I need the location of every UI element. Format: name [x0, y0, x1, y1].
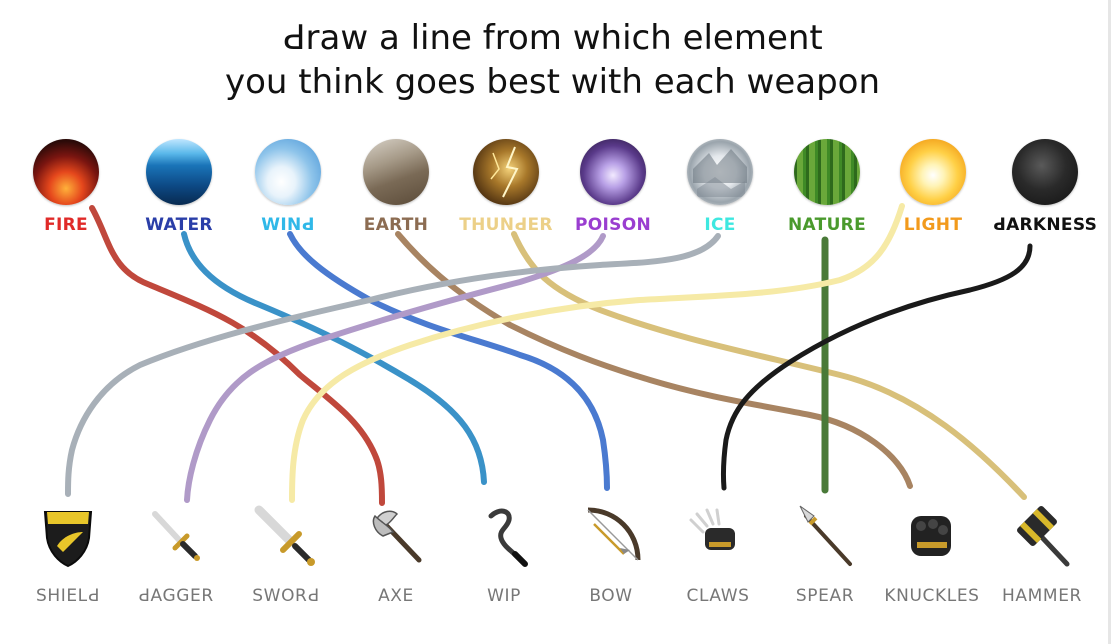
axe-icon [361, 502, 431, 572]
spear-icon [790, 502, 860, 572]
sword-icon [251, 502, 321, 572]
weapon-wip[interactable]: WIP [446, 502, 562, 606]
element-label-light: LIGHT [903, 215, 963, 235]
weapon-label-spear: SPEAR [795, 586, 855, 606]
weapon-bow[interactable]: BOW [553, 502, 669, 606]
weapon-spear[interactable]: SPEAR [767, 502, 883, 606]
claws-icon [683, 502, 753, 572]
nature-icon [794, 139, 860, 205]
title-line-1: Ԁraw a line from which element [282, 18, 823, 58]
weapon-label-axe: AXE [378, 586, 414, 606]
element-thunder[interactable]: THUNԀER [451, 139, 561, 235]
element-water[interactable]: WATER [124, 139, 234, 235]
bow-icon [576, 502, 646, 572]
element-label-wind: WINԀ [261, 215, 315, 235]
weapon-label-hammer: HAMMER [1002, 586, 1082, 606]
element-label-fire: FIRE [44, 215, 88, 235]
element-label-poison: POISON [575, 215, 651, 235]
element-light[interactable]: LIGHT [878, 139, 988, 235]
element-poison[interactable]: POISON [558, 139, 668, 235]
wind-icon [255, 139, 321, 205]
weapon-dagger[interactable]: ԀAGGER [118, 502, 234, 606]
element-label-nature: NATURE [788, 215, 866, 235]
water-icon [146, 139, 212, 205]
weapon-label-dagger: ԀAGGER [138, 586, 214, 606]
element-fire[interactable]: FIRE [11, 139, 121, 235]
element-label-water: WATER [145, 215, 213, 235]
weapon-hammer[interactable]: HAMMER [984, 502, 1100, 606]
light-icon [900, 139, 966, 205]
instruction-title: Ԁraw a line from which element you think… [0, 16, 1105, 104]
thunder-icon [473, 139, 539, 205]
weapon-label-knuckles: KNUCKLES [884, 586, 980, 606]
element-label-earth: EARTH [363, 215, 429, 235]
earth-icon [363, 139, 429, 205]
weapon-shield[interactable]: SHIELԀ [10, 502, 126, 606]
darkness-icon [1012, 139, 1078, 205]
fire-icon [33, 139, 99, 205]
element-wind[interactable]: WINԀ [233, 139, 343, 235]
element-earth[interactable]: EARTH [341, 139, 451, 235]
element-label-darkness: ԀARKNESS [992, 215, 1098, 235]
shield-icon [33, 502, 103, 572]
hammer-icon [1007, 502, 1077, 572]
weapon-label-shield: SHIELԀ [35, 586, 101, 606]
element-nature[interactable]: NATURE [772, 139, 882, 235]
weapon-label-claws: CLAWS [686, 586, 750, 606]
weapon-knuckles[interactable]: KNUCKLES [874, 502, 990, 606]
whip-icon [469, 502, 539, 572]
dagger-icon [141, 502, 211, 572]
ice-icon [687, 139, 753, 205]
weapon-label-sword: SWORԀ [252, 586, 320, 606]
element-darkness[interactable]: ԀARKNESS [990, 139, 1100, 235]
element-label-ice: ICE [704, 215, 736, 235]
weapon-sword[interactable]: SWORԀ [228, 502, 344, 606]
poison-icon [580, 139, 646, 205]
element-ice[interactable]: ICE [665, 139, 775, 235]
weapon-claws[interactable]: CLAWS [660, 502, 776, 606]
weapon-axe[interactable]: AXE [338, 502, 454, 606]
weapon-label-bow: BOW [589, 586, 633, 606]
element-label-thunder: THUNԀER [459, 215, 553, 235]
weapon-label-wip: WIP [487, 586, 521, 606]
knuckles-icon [897, 502, 967, 572]
title-line-2: you think goes best with each weapon [224, 62, 881, 102]
